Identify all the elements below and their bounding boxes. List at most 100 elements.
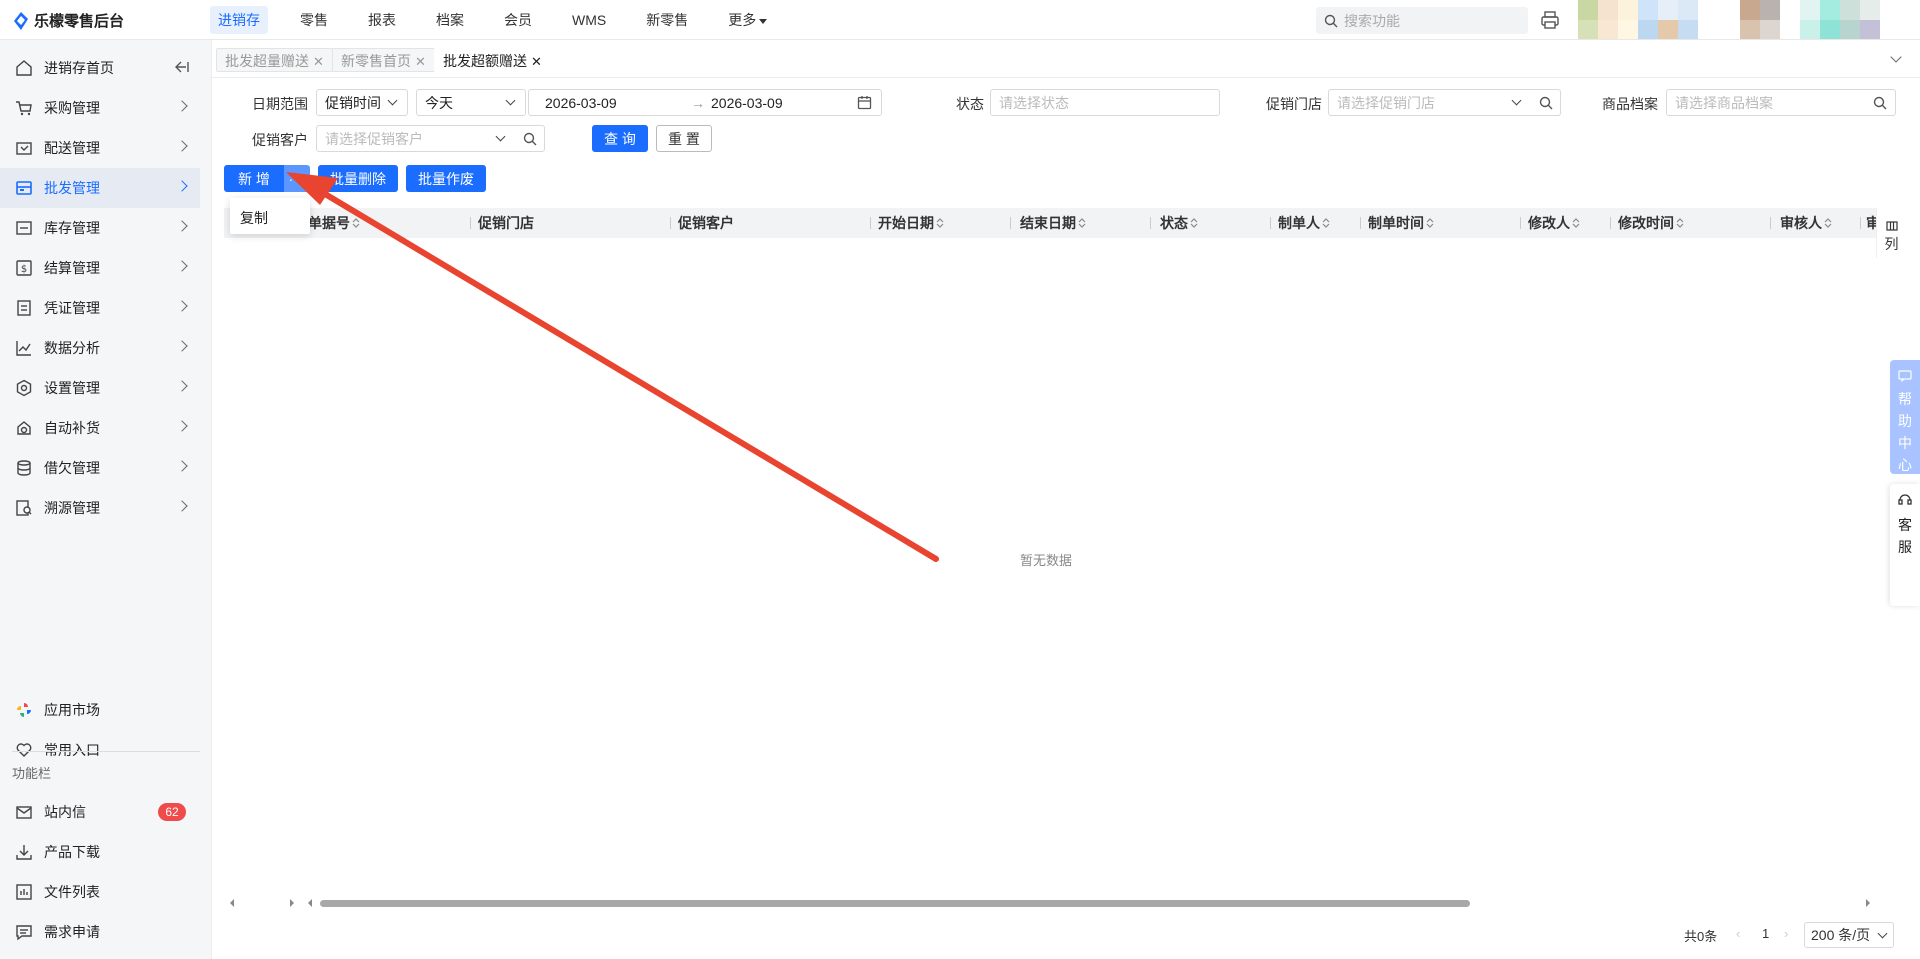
sidebar-item-messages[interactable]: 站内信 62 xyxy=(0,792,200,832)
avatar-mosaic-2[interactable] xyxy=(1740,0,1780,39)
document-icon xyxy=(14,298,34,318)
column-header-audit-time[interactable]: 审 xyxy=(1866,208,1876,238)
trace-icon xyxy=(14,498,34,518)
topnav-item-retail[interactable]: 零售 xyxy=(292,6,336,34)
sort-icon[interactable] xyxy=(1078,217,1086,229)
sort-icon[interactable] xyxy=(1572,217,1580,229)
customer-service-button[interactable]: 客服 xyxy=(1890,484,1920,606)
store-search-button[interactable] xyxy=(1531,89,1561,116)
sidebar-item-file-list[interactable]: 文件列表 xyxy=(0,872,200,912)
topnav-item-member[interactable]: 会员 xyxy=(496,6,540,34)
customer-search-button[interactable] xyxy=(515,125,545,152)
chat-icon xyxy=(1898,370,1912,383)
scroll-thumb[interactable] xyxy=(320,900,1470,907)
column-header-end-date[interactable]: 结束日期 xyxy=(1020,208,1086,238)
avatar-mosaic-3[interactable] xyxy=(1800,0,1880,39)
sidebar-item-voucher[interactable]: 凭证管理 xyxy=(0,288,200,328)
status-select[interactable]: 请选择状态 xyxy=(990,89,1220,116)
sidebar-item-home[interactable]: 进销存首页 xyxy=(0,48,200,88)
column-header-created-time[interactable]: 制单时间 xyxy=(1368,208,1434,238)
date-preset-select[interactable]: 今天 xyxy=(416,89,526,116)
function-search-input[interactable] xyxy=(1344,12,1514,29)
scroll-right-icon[interactable] xyxy=(288,899,296,907)
chevron-down-icon[interactable] xyxy=(1890,51,1902,63)
column-header-store[interactable]: 促销门店 xyxy=(478,208,534,238)
scroll-left-icon[interactable] xyxy=(228,899,236,907)
sort-icon[interactable] xyxy=(1322,217,1330,229)
column-header-modifier[interactable]: 修改人 xyxy=(1528,208,1580,238)
close-icon[interactable]: ✕ xyxy=(531,54,542,69)
topnav-item-more[interactable]: 更多 xyxy=(720,6,775,34)
sidebar-item-inventory[interactable]: 库存管理 xyxy=(0,208,200,248)
next-page-icon[interactable]: › xyxy=(1784,926,1788,941)
page-size-select[interactable]: 200 条/页 xyxy=(1804,922,1894,948)
add-button[interactable]: 新 增 xyxy=(224,165,284,192)
batch-delete-button[interactable]: 批量删除 xyxy=(318,165,398,192)
column-header-customer[interactable]: 促销客户 xyxy=(678,208,734,238)
sidebar-item-analytics[interactable]: 数据分析 xyxy=(0,328,200,368)
sidebar-item-settlement[interactable]: $ 结算管理 xyxy=(0,248,200,288)
product-select[interactable]: 请选择商品档案 xyxy=(1666,89,1896,116)
tab-wholesale-overamount-gift[interactable]: 批发超额赠送 ✕ xyxy=(434,48,551,72)
date-range-picker[interactable]: 2026-03-09 → 2026-03-09 xyxy=(528,89,882,116)
sort-icon[interactable] xyxy=(1190,217,1198,229)
column-header-auditor[interactable]: 审核人 xyxy=(1780,208,1832,238)
sidebar-item-auto-replenish[interactable]: 自动补货 xyxy=(0,408,200,448)
sidebar-item-app-market[interactable]: 应用市场 xyxy=(0,690,200,730)
batch-void-button[interactable]: 批量作废 xyxy=(406,165,486,192)
avatar-mosaic-1[interactable] xyxy=(1578,0,1698,39)
store-select[interactable]: 请选择促销门店 xyxy=(1328,89,1532,116)
prev-page-icon[interactable]: ‹ xyxy=(1736,926,1740,941)
date-end-value[interactable]: 2026-03-09 xyxy=(711,95,783,111)
topnav-item-new-retail[interactable]: 新零售 xyxy=(638,6,696,34)
close-icon[interactable]: ✕ xyxy=(415,54,426,69)
sidebar-item-settings[interactable]: 设置管理 xyxy=(0,368,200,408)
help-center-button[interactable]: 帮助中心 xyxy=(1890,360,1920,474)
collapse-sidebar-icon[interactable] xyxy=(175,60,189,76)
logo-icon xyxy=(14,11,28,30)
sidebar-item-wholesale[interactable]: 批发管理 xyxy=(0,168,200,208)
search-icon[interactable] xyxy=(1873,96,1887,113)
sort-icon[interactable] xyxy=(1426,217,1434,229)
printer-icon[interactable] xyxy=(1540,10,1560,33)
sort-icon[interactable] xyxy=(1676,217,1684,229)
sort-icon[interactable] xyxy=(1824,217,1832,229)
column-header-status[interactable]: 状态 xyxy=(1160,208,1198,238)
sidebar-item-label: 借欠管理 xyxy=(44,460,100,476)
dropdown-item-copy[interactable]: 复制 xyxy=(240,208,310,228)
reset-button[interactable]: 重 置 xyxy=(656,125,712,152)
topnav-item-jinxiaocun[interactable]: 进销存 xyxy=(210,6,268,34)
column-settings-button[interactable]: 列 xyxy=(1876,208,1906,258)
function-search[interactable] xyxy=(1316,7,1528,34)
tab-wholesale-overqty-gift[interactable]: 批发超量赠送 ✕ xyxy=(216,48,333,72)
date-type-select[interactable]: 促销时间 xyxy=(316,89,408,116)
horizontal-scrollbar[interactable] xyxy=(224,896,1870,910)
sidebar-item-trace[interactable]: 溯源管理 xyxy=(0,488,200,528)
topnav-item-archive[interactable]: 档案 xyxy=(428,6,472,34)
close-icon[interactable]: ✕ xyxy=(313,54,324,69)
sort-icon[interactable] xyxy=(936,217,944,229)
sidebar-item-purchase[interactable]: 采购管理 xyxy=(0,88,200,128)
column-header-creator[interactable]: 制单人 xyxy=(1278,208,1330,238)
scroll-left-icon[interactable] xyxy=(306,899,314,907)
sidebar-item-requests[interactable]: 需求申请 xyxy=(0,912,200,952)
scroll-right-icon[interactable] xyxy=(1864,899,1872,907)
app-logo[interactable]: 乐檬零售后台 xyxy=(14,10,124,31)
topnav-item-wms[interactable]: WMS xyxy=(564,6,614,34)
sidebar-item-distribution[interactable]: 配送管理 xyxy=(0,128,200,168)
svg-text:$: $ xyxy=(21,264,27,275)
add-more-button[interactable]: ··· xyxy=(284,165,310,192)
sidebar-item-downloads[interactable]: 产品下载 xyxy=(0,832,200,872)
customer-select[interactable]: 请选择促销客户 xyxy=(316,125,516,152)
pagination-current-page[interactable]: 1 xyxy=(1762,926,1769,941)
column-header-modified-time[interactable]: 修改时间 xyxy=(1618,208,1684,238)
column-header-doc-no[interactable]: 单据号 xyxy=(308,208,360,238)
query-button[interactable]: 查 询 xyxy=(592,125,648,152)
sidebar-item-debt[interactable]: 借欠管理 xyxy=(0,448,200,488)
column-header-start-date[interactable]: 开始日期 xyxy=(878,208,944,238)
tab-new-retail-home[interactable]: 新零售首页 ✕ xyxy=(332,48,435,72)
topnav-item-reports[interactable]: 报表 xyxy=(360,6,404,34)
sort-icon[interactable] xyxy=(352,217,360,229)
calendar-icon[interactable] xyxy=(857,95,872,113)
date-start-value[interactable]: 2026-03-09 xyxy=(545,95,617,111)
